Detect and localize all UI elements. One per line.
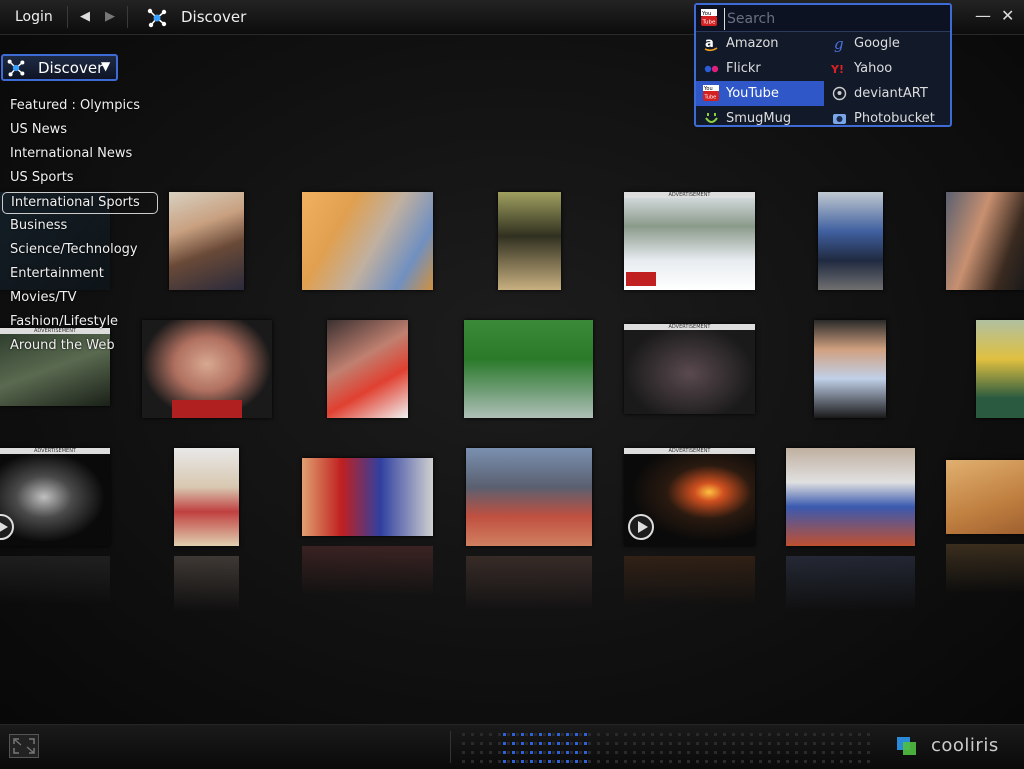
ad-logo (626, 272, 656, 286)
thumbnail-reflection (624, 556, 755, 606)
category-us-sports[interactable]: US Sports (2, 167, 82, 189)
photo-thumbnail[interactable] (786, 448, 915, 546)
category-featured-olympics[interactable]: Featured : Olympics (2, 95, 148, 117)
search-input[interactable] (724, 8, 949, 30)
thumbnail-reflection (302, 546, 433, 596)
photo-thumbnail[interactable] (142, 320, 272, 418)
fullscreen-button[interactable] (9, 734, 39, 758)
photo-thumbnail[interactable] (466, 448, 592, 546)
svg-text:Tube: Tube (702, 20, 717, 26)
svg-text:g: g (834, 35, 844, 52)
photo-thumbnail[interactable] (302, 458, 433, 536)
flickr-icon (704, 65, 719, 73)
search-row: You Tube (696, 5, 950, 32)
ad-thumbnail[interactable]: ADVERTISEMENT (624, 448, 755, 546)
thumbnail-reflection (466, 556, 592, 612)
photo-thumbnail[interactable] (169, 192, 244, 290)
photo-thumbnail[interactable] (946, 192, 1024, 290)
provider-yahoo[interactable]: Y! Yahoo (824, 56, 952, 81)
google-icon: g (834, 35, 844, 52)
category-us-news[interactable]: US News (2, 119, 75, 141)
category-science-technology[interactable]: Science/Technology (2, 239, 146, 261)
minimize-icon[interactable]: — (975, 6, 991, 25)
photo-thumbnail[interactable] (976, 320, 1024, 418)
timeline-position-handle[interactable] (501, 731, 591, 763)
forward-arrow-icon[interactable]: ▶ (105, 9, 115, 24)
shirt-shape (172, 400, 242, 418)
thumbnail-reflection (946, 544, 1024, 594)
close-icon[interactable]: ✕ (1001, 6, 1014, 25)
ad-tag: ADVERTISEMENT (0, 448, 110, 454)
category-movies-tv[interactable]: Movies/TV (2, 287, 84, 309)
login-button[interactable]: Login (15, 9, 53, 25)
photo-thumbnail[interactable] (818, 192, 883, 290)
chevron-down-icon: ▼ (101, 59, 111, 73)
category-business[interactable]: Business (2, 215, 75, 237)
provider-google[interactable]: g Google (824, 31, 952, 56)
expand-icon (13, 738, 35, 754)
cooliris-brand: cooliris (931, 735, 999, 756)
ad-tag: ADVERTISEMENT (624, 192, 755, 198)
deviantart-icon (832, 86, 847, 101)
provider-youtube[interactable]: You Tube YouTube (696, 81, 824, 106)
discover-icon (7, 59, 25, 77)
provider-photobucket[interactable]: Photobucket (824, 106, 952, 131)
category-fashion-lifestyle[interactable]: Fashion/Lifestyle (2, 311, 126, 333)
ad-thumbnail[interactable]: ADVERTISEMENT (0, 448, 110, 546)
photo-thumbnail[interactable] (946, 460, 1024, 534)
amazon-icon: a (704, 36, 718, 52)
provider-flickr[interactable]: Flickr (696, 56, 824, 81)
page-title: Discover (181, 8, 247, 26)
category-international-news[interactable]: International News (2, 143, 140, 165)
ad-tag: ADVERTISEMENT (624, 324, 755, 330)
discover-icon (147, 8, 167, 28)
provider-smugmug[interactable]: SmugMug (696, 106, 824, 131)
photo-thumbnail[interactable] (174, 448, 239, 546)
cooliris-logo-icon (897, 737, 916, 755)
play-icon[interactable] (0, 514, 14, 540)
yahoo-icon: Y! (831, 63, 844, 76)
photo-thumbnail[interactable] (464, 320, 593, 418)
discover-dropdown[interactable]: Discover ▼ (1, 54, 118, 81)
ad-tag: ADVERTISEMENT (624, 448, 755, 454)
thumbnail-reflection (174, 556, 239, 612)
provider-deviantart[interactable]: deviantART (824, 81, 952, 106)
thumbnail-reflection (0, 556, 110, 606)
smugmug-icon (705, 113, 718, 123)
ad-thumbnail[interactable]: ADVERTISEMENT (624, 192, 755, 290)
youtube-icon: You Tube (703, 85, 719, 101)
svg-text:Tube: Tube (704, 95, 717, 101)
photo-thumbnail[interactable] (327, 320, 408, 418)
youtube-icon[interactable]: You Tube (701, 9, 717, 27)
play-icon[interactable] (628, 514, 654, 540)
category-entertainment[interactable]: Entertainment (2, 263, 112, 285)
search-panel: You Tube a Amazon g Google Flickr Y! Yah… (694, 3, 952, 127)
photo-thumbnail[interactable] (498, 192, 561, 290)
divider (127, 6, 128, 28)
back-arrow-icon[interactable]: ◀ (80, 9, 90, 24)
divider (67, 6, 68, 28)
photobucket-icon (833, 114, 846, 124)
thumbnail-reflection (786, 556, 915, 612)
discover-dropdown-label: Discover (38, 59, 104, 77)
bottom-bar: cooliris (0, 724, 1024, 769)
timeline-scrubber[interactable] (450, 731, 871, 763)
photo-thumbnail[interactable] (302, 192, 433, 290)
category-around-the-web[interactable]: Around the Web (2, 335, 123, 357)
provider-amazon[interactable]: a Amazon (696, 31, 824, 56)
category-international-sports[interactable]: International Sports (2, 192, 158, 214)
ad-thumbnail[interactable]: ADVERTISEMENT (624, 324, 755, 414)
photo-thumbnail[interactable] (814, 320, 886, 418)
svg-text:Y!: Y! (831, 63, 844, 76)
